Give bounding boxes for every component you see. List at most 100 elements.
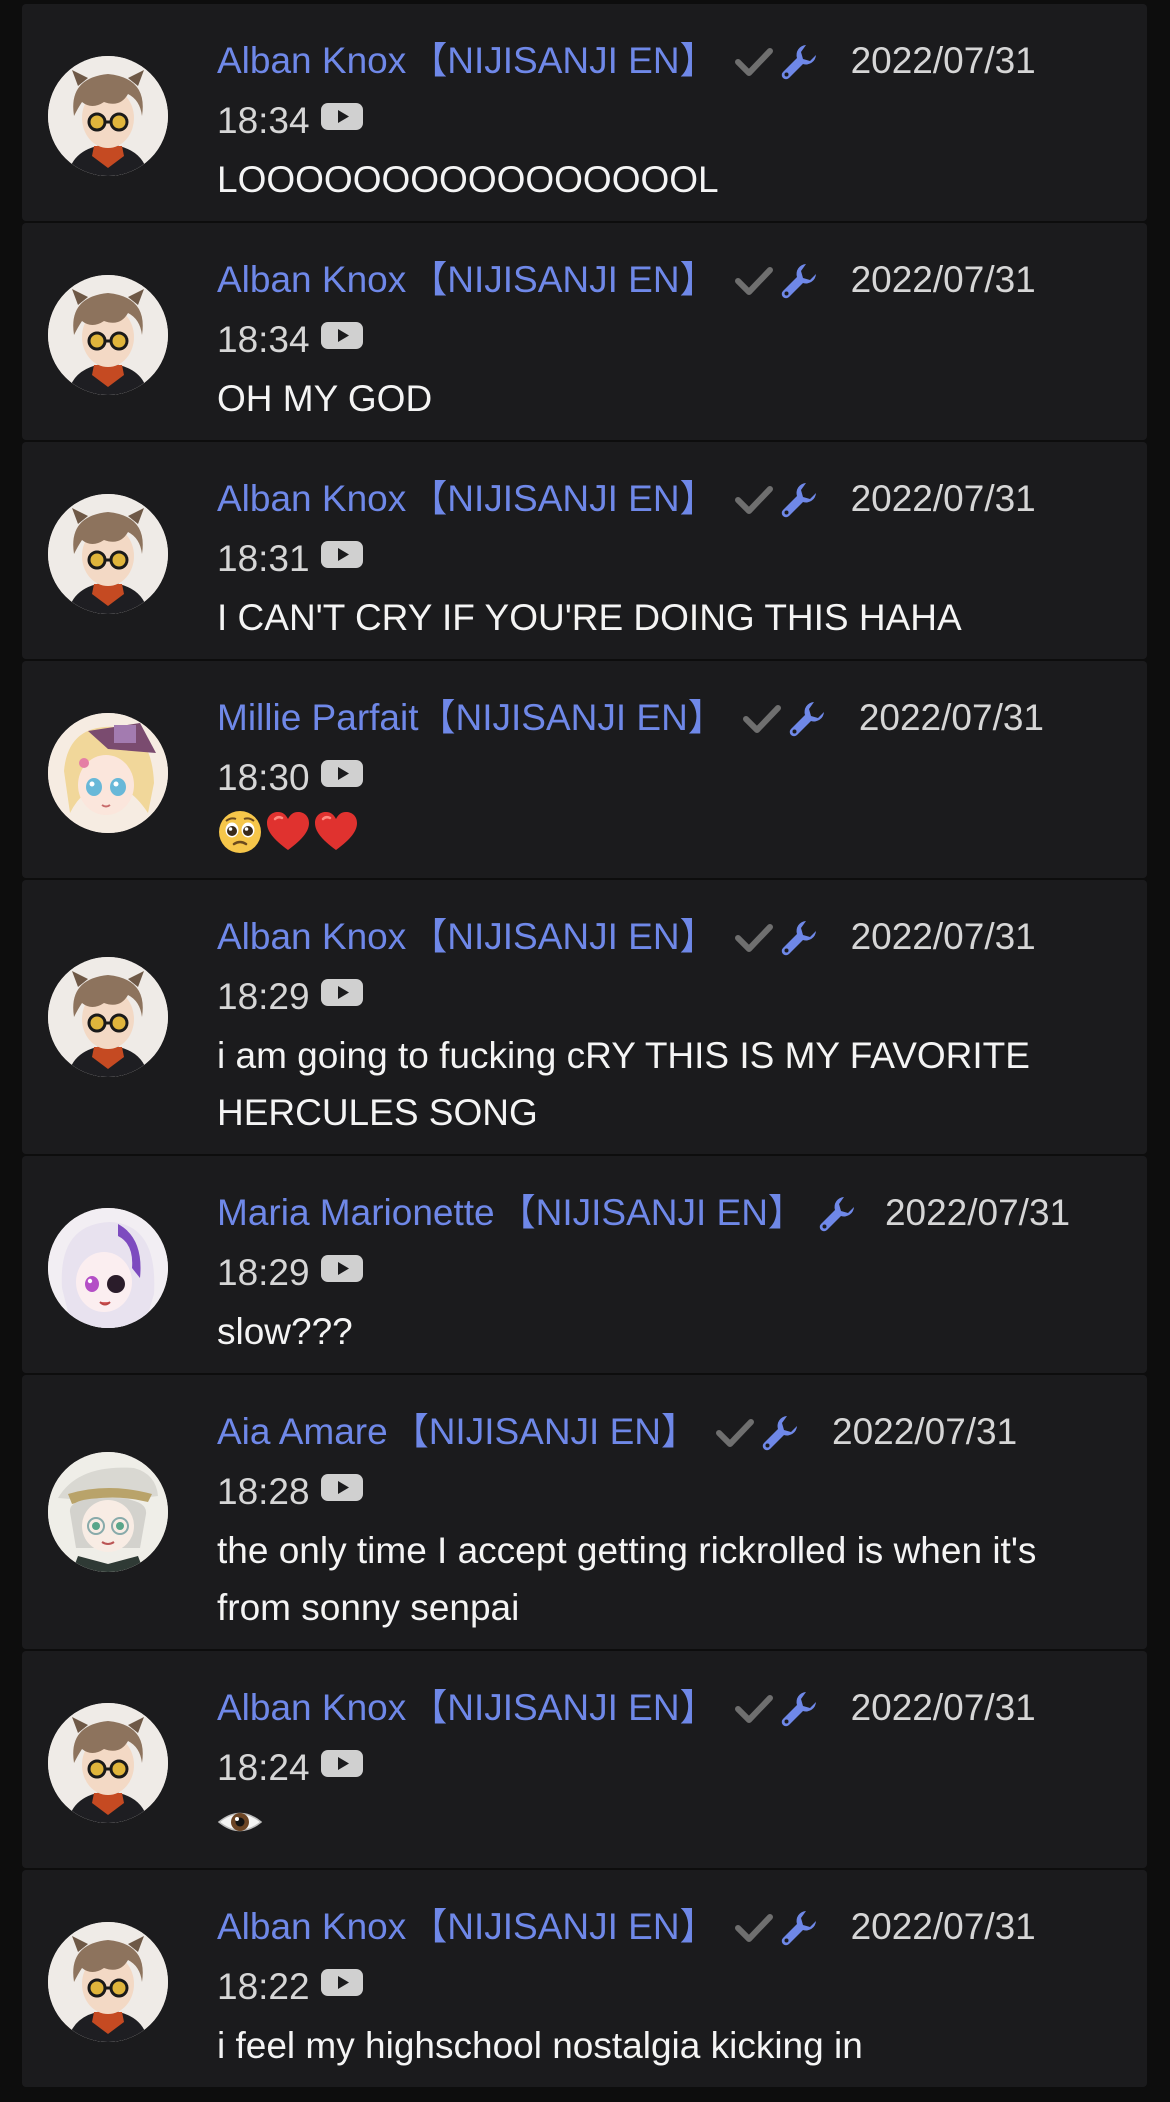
author-name[interactable]: Alban Knox [217, 40, 406, 81]
author-tag: 【NIJISANJI EN】 [410, 478, 717, 519]
pleading-face-emoji [217, 809, 263, 871]
maria-avatar[interactable] [48, 1208, 168, 1328]
eye-emoji [217, 1799, 263, 1861]
message-header: Aia Amare 【NIJISANJI EN】 2022/07/31 [217, 1403, 1127, 1463]
red-heart-emoji [313, 809, 359, 871]
alban-avatar[interactable] [48, 56, 168, 176]
message-date: 2022/07/31 [850, 1687, 1036, 1728]
message-date: 2022/07/31 [850, 40, 1036, 81]
wrench-icon [779, 39, 819, 80]
youtube-icon[interactable] [320, 310, 364, 367]
message-time: 18:31 [217, 537, 310, 579]
message-time: 18:22 [217, 1965, 310, 2007]
wrench-icon [779, 1905, 819, 1946]
youtube-icon[interactable] [320, 967, 364, 1024]
chat-message-card[interactable]: Aia Amare 【NIJISANJI EN】 2022/07/31 18:28 … [22, 1375, 1147, 1649]
message-time-row: 18:34 [217, 92, 1127, 152]
message-time: 18:29 [217, 1251, 310, 1293]
author-name[interactable]: Maria Marionette [217, 1192, 495, 1233]
message-header: Alban Knox 【NIJISANJI EN】 2022/07/31 [217, 1898, 1127, 1958]
alban-avatar[interactable] [48, 1703, 168, 1823]
message-time-row: 18:30 [217, 749, 1127, 809]
author-badges [734, 907, 819, 964]
youtube-icon[interactable] [320, 529, 364, 586]
youtube-icon[interactable] [320, 1462, 364, 1519]
message-content: Aia Amare 【NIJISANJI EN】 2022/07/31 18:28 … [217, 1403, 1127, 1636]
author-tag: 【NIJISANJI EN】 [410, 1906, 717, 1947]
wrench-icon [787, 696, 827, 737]
chat-message-card[interactable]: Alban Knox 【NIJISANJI EN】 2022/07/31 18:34… [22, 223, 1147, 440]
message-text: I CAN'T CRY IF YOU'RE DOING THIS HAHA [217, 597, 962, 639]
youtube-icon[interactable] [320, 748, 364, 805]
author-tag: 【NIJISANJI EN】 [391, 1411, 699, 1452]
message-content: Alban Knox 【NIJISANJI EN】 2022/07/31 18:31… [217, 470, 1127, 646]
message-content: Alban Knox 【NIJISANJI EN】 2022/07/31 18:22… [217, 1898, 1127, 2074]
author-tag: 【NIJISANJI EN】 [410, 259, 717, 300]
youtube-icon[interactable] [320, 91, 364, 148]
verified-check-icon [734, 39, 779, 80]
chat-message-card[interactable]: Alban Knox 【NIJISANJI EN】 2022/07/31 18:31… [22, 442, 1147, 659]
chat-message-card[interactable]: Alban Knox 【NIJISANJI EN】 2022/07/31 18:24 [22, 1651, 1147, 1868]
author-name[interactable]: Alban Knox [217, 259, 406, 300]
author-badges [716, 1402, 800, 1459]
author-name[interactable]: Alban Knox [217, 1687, 406, 1728]
alban-avatar[interactable] [48, 494, 168, 614]
author-badges [734, 250, 819, 307]
message-text: i feel my highschool nostalgia kicking i… [217, 2025, 863, 2067]
wrench-icon [817, 1191, 857, 1232]
message-content: Alban Knox 【NIJISANJI EN】 2022/07/31 18:29… [217, 908, 1127, 1141]
wrench-icon [779, 258, 819, 299]
verified-check-icon [742, 696, 787, 737]
chat-feed: Alban Knox 【NIJISANJI EN】 2022/07/31 18:34… [0, 0, 1170, 2102]
author-name[interactable]: Aia Amare [217, 1411, 388, 1452]
wrench-icon [779, 1686, 819, 1727]
message-date: 2022/07/31 [832, 1411, 1018, 1452]
author-tag: 【NIJISANJI EN】 [410, 916, 717, 957]
verified-check-icon [716, 1410, 760, 1451]
millie-avatar[interactable] [48, 713, 168, 833]
message-date: 2022/07/31 [850, 916, 1036, 957]
verified-check-icon [734, 915, 779, 956]
author-name[interactable]: Alban Knox [217, 916, 406, 957]
message-time: 18:29 [217, 975, 310, 1017]
alban-avatar[interactable] [48, 957, 168, 1077]
message-header: Alban Knox 【NIJISANJI EN】 2022/07/31 [217, 1679, 1127, 1739]
chat-message-card[interactable]: Alban Knox 【NIJISANJI EN】 2022/07/31 18:34… [22, 4, 1147, 221]
message-time: 18:24 [217, 1746, 310, 1788]
author-badges [742, 688, 827, 745]
message-content: Alban Knox 【NIJISANJI EN】 2022/07/31 18:34… [217, 251, 1127, 427]
alban-avatar[interactable] [48, 1922, 168, 2042]
verified-check-icon [734, 1905, 779, 1946]
message-header: Millie Parfait【NIJISANJI EN】 2022/07/31 [217, 689, 1127, 749]
author-badges [734, 469, 819, 526]
chat-message-card[interactable]: Maria Marionette 【NIJISANJI EN】 2022/07/31… [22, 1156, 1147, 1373]
author-tag: 【NIJISANJI EN】 [418, 697, 725, 738]
author-badges [734, 31, 819, 88]
author-tag: 【NIJISANJI EN】 [410, 40, 717, 81]
message-content: Alban Knox 【NIJISANJI EN】 2022/07/31 18:24 [217, 1679, 1127, 1861]
wrench-icon [779, 915, 819, 956]
verified-check-icon [734, 1686, 779, 1727]
message-time-row: 18:24 [217, 1739, 1127, 1799]
youtube-icon[interactable] [320, 1243, 364, 1300]
aia-avatar[interactable] [48, 1452, 168, 1572]
message-text [217, 1798, 1127, 1860]
chat-message-card[interactable]: Millie Parfait【NIJISANJI EN】 2022/07/31 1… [22, 661, 1147, 878]
message-time-row: 18:34 [217, 311, 1127, 371]
alban-avatar[interactable] [48, 275, 168, 395]
author-name[interactable]: Millie Parfait [217, 697, 419, 738]
youtube-icon[interactable] [320, 1957, 364, 2014]
message-text: slow??? [217, 1311, 353, 1353]
message-date: 2022/07/31 [858, 697, 1045, 738]
youtube-icon[interactable] [320, 1738, 364, 1795]
message-header: Maria Marionette 【NIJISANJI EN】 2022/07/31 [217, 1184, 1127, 1244]
wrench-icon [760, 1410, 800, 1451]
message-date: 2022/07/31 [884, 1192, 1071, 1233]
message-text [217, 808, 1127, 870]
author-name[interactable]: Alban Knox [217, 478, 406, 519]
message-time: 18:34 [217, 318, 310, 360]
chat-message-card[interactable]: Alban Knox 【NIJISANJI EN】 2022/07/31 18:22… [22, 1870, 1147, 2087]
author-name[interactable]: Alban Knox [217, 1906, 406, 1947]
message-time-row: 18:31 [217, 530, 1127, 590]
chat-message-card[interactable]: Alban Knox 【NIJISANJI EN】 2022/07/31 18:29… [22, 880, 1147, 1154]
